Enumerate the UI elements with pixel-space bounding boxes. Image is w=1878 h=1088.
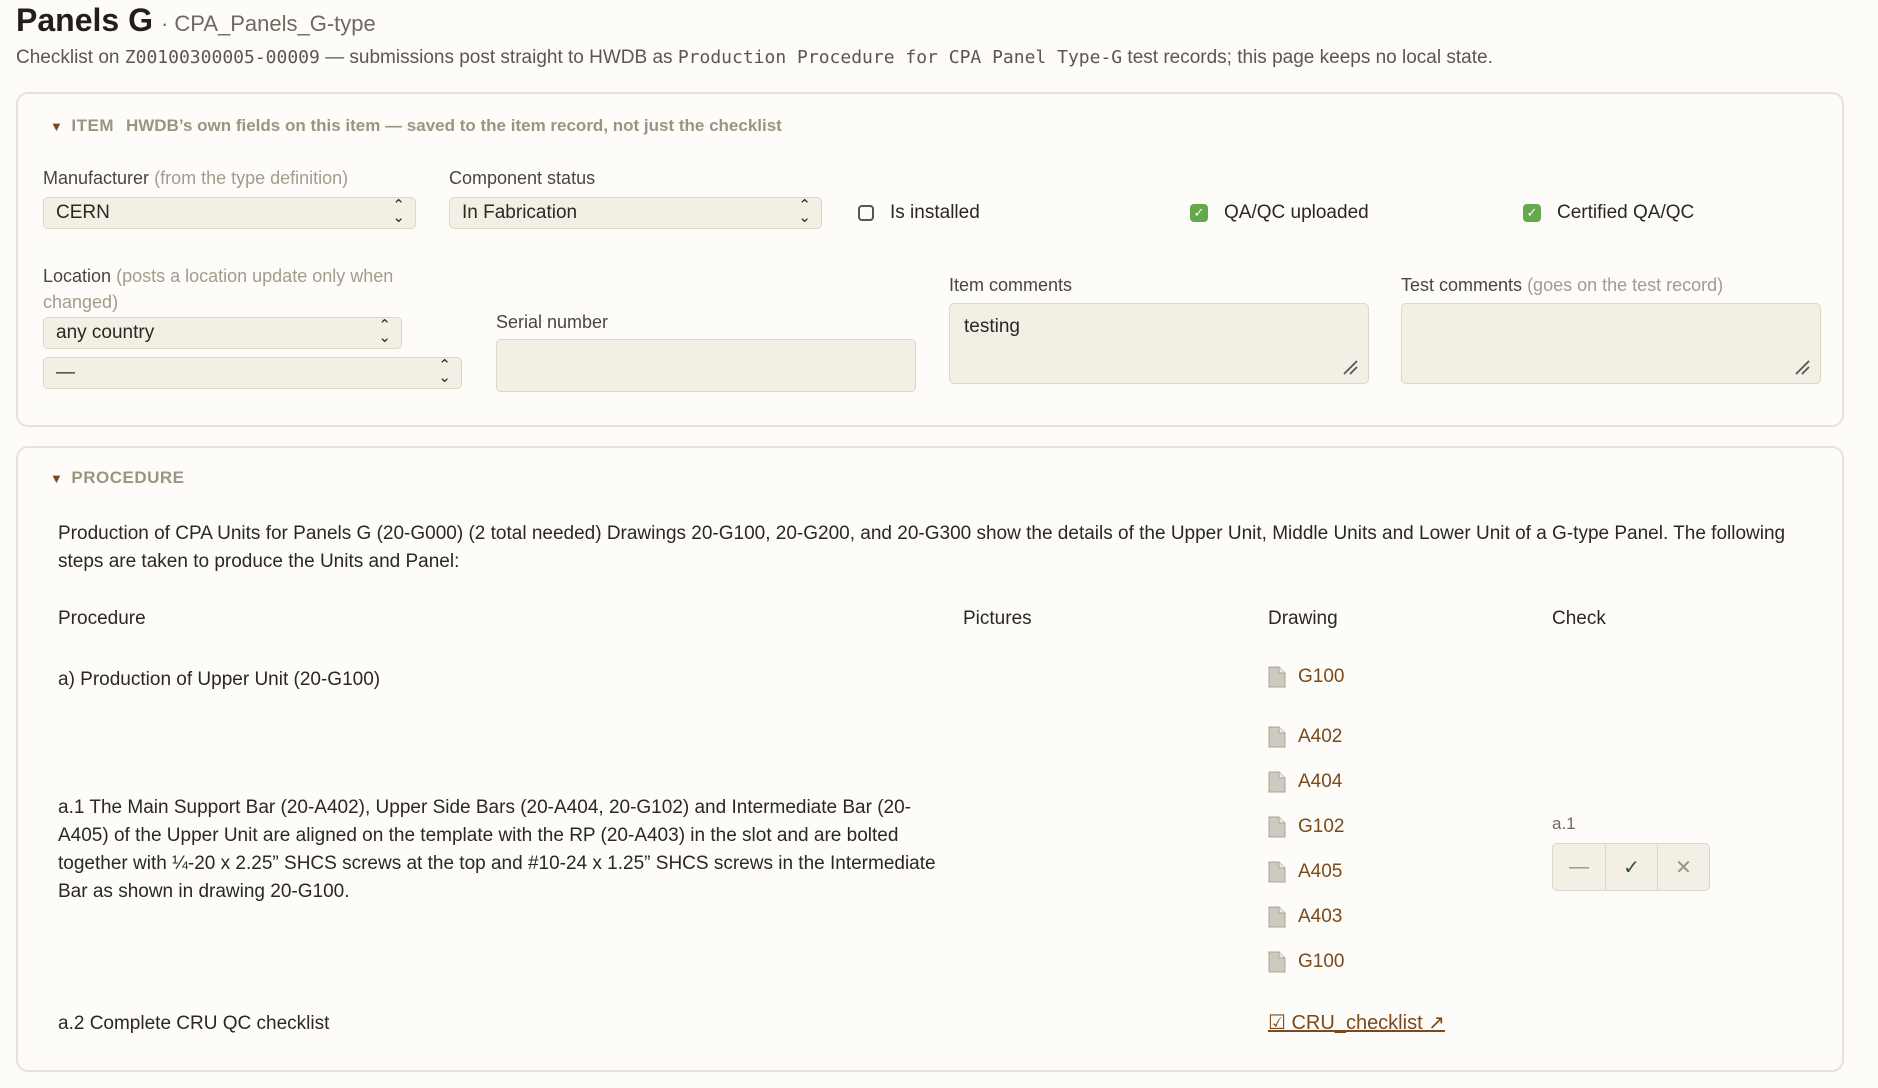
drawing-label: G102 — [1298, 816, 1345, 837]
drawing-link[interactable]: A405 — [1268, 861, 1342, 883]
document-icon — [1268, 906, 1286, 928]
drawing-label: G100 — [1298, 666, 1345, 687]
lede-mid: — submissions post straight to HWDB as — [319, 47, 678, 68]
collapse-triangle-icon: ▼ — [50, 471, 64, 486]
location-site-value: — — [56, 362, 75, 383]
column-header-procedure: Procedure — [58, 608, 146, 629]
location-label: Location (posts a location update only w… — [43, 266, 394, 312]
drawing-label: G100 — [1298, 951, 1345, 972]
component-status-label: Component status — [449, 168, 596, 188]
qaqc-uploaded-checkbox[interactable]: ✓ QA/QC uploaded — [1190, 202, 1369, 224]
procedure-intro: Production of CPA Units for Panels G (20… — [58, 523, 1786, 572]
checked-box-icon: ✓ — [1190, 204, 1208, 222]
document-icon — [1268, 726, 1286, 748]
item-id: Z00100300005-00009 — [124, 47, 320, 68]
drawing-link[interactable]: G100 — [1268, 666, 1344, 688]
step-a1-text: a.1 The Main Support Bar (20-A402), Uppe… — [58, 797, 936, 902]
page-header: Panels G · CPA_Panels_G-type — [16, 2, 376, 39]
step-a-text: a) Production of Upper Unit (20-G100) — [58, 669, 381, 690]
test-comments-textarea[interactable] — [1401, 303, 1821, 384]
step-a2-text: a.2 Complete CRU QC checklist — [58, 1013, 330, 1034]
document-icon — [1268, 816, 1286, 838]
qaqc-uploaded-label: QA/QC uploaded — [1224, 202, 1369, 223]
drawing-link[interactable]: A404 — [1268, 771, 1342, 793]
column-header-check: Check — [1552, 608, 1606, 629]
drawing-label: A403 — [1298, 906, 1343, 927]
serial-number-input[interactable] — [496, 339, 916, 392]
column-header-drawing: Drawing — [1268, 608, 1338, 629]
component-status-value: In Fabrication — [462, 202, 578, 223]
select-chevron-icon: ⌃ ⌄ — [798, 197, 811, 226]
component-status-select[interactable]: In Fabrication ⌃ ⌄ — [449, 197, 822, 229]
check-na-button[interactable]: — — [1553, 844, 1605, 890]
location-country-select[interactable]: any country ⌃ ⌄ — [43, 317, 402, 349]
location-country-value: any country — [56, 322, 155, 343]
item-comments-textarea[interactable]: testing — [949, 303, 1369, 384]
resize-grip-icon[interactable] — [1342, 359, 1358, 375]
drawing-link[interactable]: G102 — [1268, 816, 1344, 838]
is-installed-checkbox[interactable]: Is installed — [858, 202, 980, 224]
document-icon — [1268, 861, 1286, 883]
item-section: ▼ ITEM HWDB’s own fields on this item — sa… — [16, 92, 1844, 427]
document-icon — [1268, 771, 1286, 793]
select-chevron-icon: ⌃ ⌄ — [378, 317, 391, 346]
lede-prefix: Checklist on — [16, 47, 125, 68]
drawing-label: A404 — [1298, 771, 1343, 792]
check-tristate-group: — ✓ ✕ — [1552, 843, 1710, 891]
certified-qaqc-checkbox[interactable]: ✓ Certified QA/QC — [1523, 202, 1694, 224]
drawing-link[interactable]: A403 — [1268, 906, 1342, 928]
unchecked-box-icon — [858, 205, 874, 221]
is-installed-label: Is installed — [890, 202, 980, 223]
drawing-label: A402 — [1298, 726, 1343, 747]
item-comments-value: testing — [964, 316, 1020, 337]
drawing-link[interactable]: A402 — [1268, 726, 1342, 748]
item-section-note: HWDB’s own fields on this item — saved t… — [125, 116, 782, 135]
item-comments-label: Item comments — [949, 275, 1073, 295]
procedure-section-toggle[interactable]: ▼ PROCEDURE — [50, 468, 185, 488]
document-icon — [1268, 951, 1286, 973]
resize-grip-icon[interactable] — [1794, 359, 1810, 375]
checklist-page: Panels G · CPA_Panels_G-type Checklist o… — [0, 0, 1878, 1088]
checked-box-icon: ✓ — [1523, 204, 1541, 222]
check-pass-button[interactable]: ✓ — [1605, 844, 1657, 890]
item-section-toggle[interactable]: ▼ ITEM HWDB’s own fields on this item — sa… — [50, 116, 782, 136]
column-header-pictures: Pictures — [963, 608, 1032, 629]
procedure-section: ▼ PROCEDURE Production of CPA Units for P… — [16, 446, 1844, 1072]
lede-suffix: test records; this page keeps no local s… — [1122, 47, 1493, 68]
collapse-triangle-icon: ▼ — [50, 119, 64, 134]
drawing-label: A405 — [1298, 861, 1343, 882]
check-fail-button[interactable]: ✕ — [1657, 844, 1709, 890]
manufacturer-value: CERN — [56, 202, 110, 223]
location-site-select[interactable]: — ⌃ ⌄ — [43, 357, 462, 389]
cru-checklist-link[interactable]: ☑ CRU_checklist ↗ — [1268, 1010, 1445, 1035]
page-subtitle: · CPA_Panels_G-type — [160, 11, 376, 36]
page-description: Checklist on Z00100300005-00009 — submis… — [16, 47, 1493, 69]
select-chevron-icon: ⌃ ⌄ — [438, 357, 451, 386]
certified-qaqc-label: Certified QA/QC — [1557, 202, 1695, 223]
manufacturer-label: Manufacturer (from the type definition) — [43, 168, 349, 188]
procedure-name: Production Procedure for CPA Panel Type-… — [677, 47, 1123, 68]
check-label: a.1 — [1552, 814, 1576, 833]
serial-number-label: Serial number — [496, 312, 609, 332]
procedure-section-label: PROCEDURE — [71, 468, 185, 487]
drawing-link[interactable]: G100 — [1268, 951, 1344, 973]
select-chevron-icon: ⌃ ⌄ — [392, 197, 405, 226]
item-section-label: ITEM — [71, 116, 114, 135]
document-icon — [1268, 666, 1286, 688]
page-title: Panels G — [16, 2, 153, 38]
manufacturer-select[interactable]: CERN ⌃ ⌄ — [43, 197, 416, 229]
test-comments-label: Test comments (goes on the test record) — [1401, 275, 1724, 295]
